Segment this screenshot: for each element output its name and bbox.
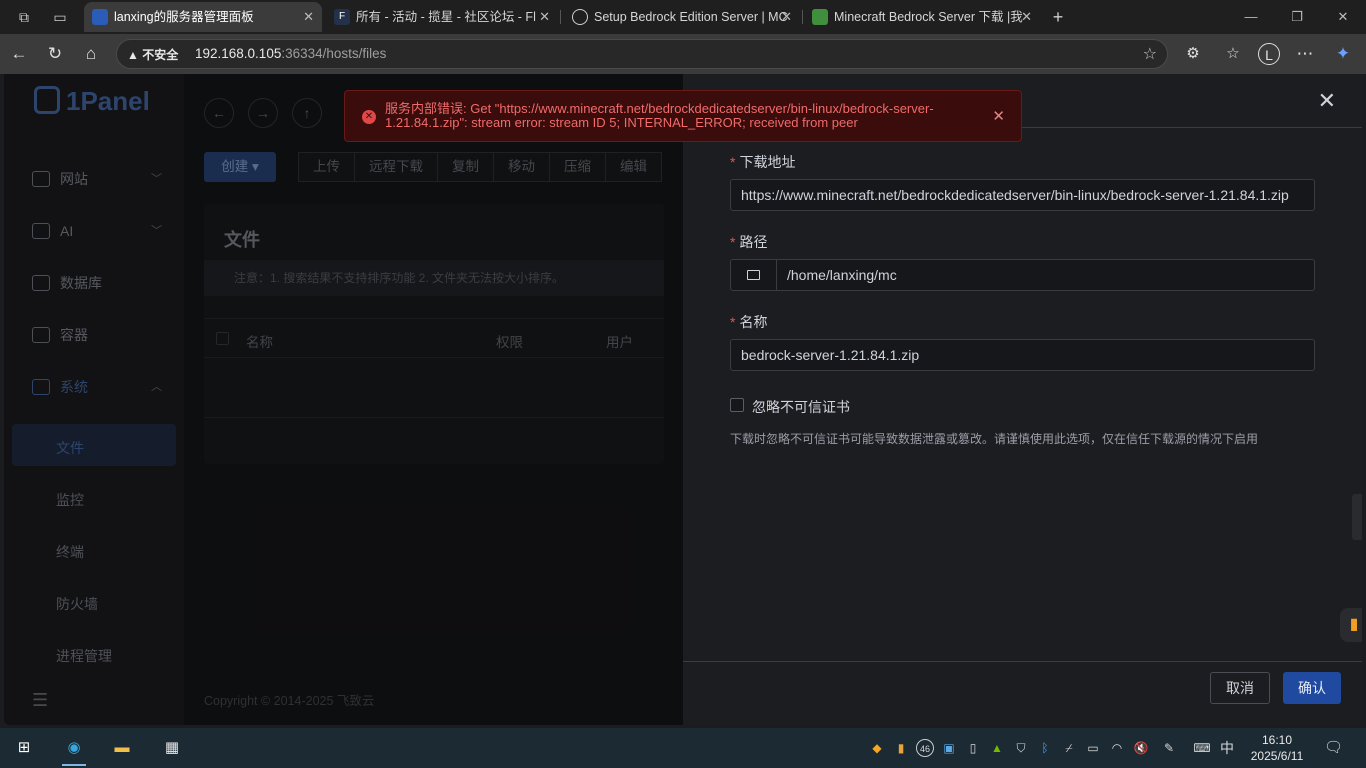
download-url-label: * 下载地址 <box>730 152 795 172</box>
floating-widget-icon[interactable]: ▮ <box>1340 608 1362 642</box>
security-shield-icon[interactable]: ◆ <box>868 739 886 757</box>
error-icon: ✕ <box>362 110 376 124</box>
tray-app-icon[interactable]: ▣ <box>940 739 958 757</box>
browser-tab-1panel[interactable]: lanxing的服务器管理面板 ✕ <box>84 2 322 32</box>
ime-indicator[interactable]: 中 <box>1218 739 1236 757</box>
restore-icon[interactable]: ❐ <box>1274 0 1320 34</box>
tab-title: Setup Bedrock Edition Server | MC <box>594 10 788 24</box>
pen-icon[interactable]: ✎ <box>1160 739 1178 757</box>
battery-icon[interactable]: ▭ <box>1084 739 1102 757</box>
file-explorer-icon[interactable]: ▬ <box>110 736 134 760</box>
tab-separator <box>802 10 803 24</box>
required-mark: * <box>730 234 736 250</box>
extensions-icon[interactable]: ⚙ <box>1182 43 1204 65</box>
drawer-footer: 取消 确认 <box>683 661 1362 725</box>
ignore-cert-hint: 下载时忽略不可信证书可能导致数据泄露或篡改。请谨慎使用此选项，仅在信任下载源的情… <box>730 432 1259 446</box>
more-menu-icon[interactable]: ⋯ <box>1294 43 1316 65</box>
drawer-close-icon[interactable]: ✕ <box>1318 88 1336 114</box>
tab-actions-icon[interactable]: ▭ <box>50 7 70 27</box>
ignore-cert-checkbox[interactable] <box>730 398 744 412</box>
modal-overlay[interactable] <box>4 74 684 725</box>
tab-title: lanxing的服务器管理面板 <box>114 10 254 24</box>
error-message: 服务内部错误: Get "https://www.minecraft.net/b… <box>385 101 934 130</box>
url-path: :36334/hosts/files <box>281 46 387 61</box>
profile-avatar-icon[interactable]: L <box>1258 43 1280 65</box>
tray-drive-icon[interactable]: ▯ <box>964 739 982 757</box>
volume-muted-icon[interactable]: 🔇 <box>1132 739 1150 757</box>
file-name-label: * 名称 <box>730 312 767 332</box>
favorite-star-icon[interactable]: ☆ <box>1143 44 1157 64</box>
edge-browser-icon[interactable]: ◉ <box>62 736 86 766</box>
tab-close-icon[interactable]: ✕ <box>303 2 314 32</box>
taskbar-clock[interactable]: 16:10 2025/6/11 <box>1244 732 1310 764</box>
minimize-icon[interactable]: — <box>1228 0 1274 34</box>
window-close-icon[interactable]: ✕ <box>1320 0 1366 34</box>
cancel-button[interactable]: 取消 <box>1210 672 1270 704</box>
favorites-icon[interactable]: ☆ <box>1222 43 1244 65</box>
tab-close-icon[interactable]: ✕ <box>539 2 550 32</box>
folder-picker-button[interactable] <box>731 260 777 290</box>
page-viewport: 1Panel 网站 ﹀ AI ﹀ 数据库 容器 系统 ︿ 文件 监控 终端 防火墙 进… <box>4 74 1362 725</box>
required-mark: * <box>730 314 736 330</box>
network-off-icon[interactable]: ⌿ <box>1060 739 1078 757</box>
tab-title: 所有 - 活动 - 揽星 - 社区论坛 - Fl <box>356 10 536 24</box>
minecraft-favicon-icon <box>812 9 828 25</box>
url-host: 192.168.0.105 <box>195 46 282 61</box>
1panel-favicon-icon <box>92 9 108 25</box>
clock-time: 16:10 <box>1261 733 1293 747</box>
workspaces-icon[interactable]: ⧉ <box>14 7 34 27</box>
browser-toolbar: ← ↻ ⌂ ▲ 不安全 192.168.0.105:36334/hosts/fi… <box>0 34 1366 74</box>
wifi-icon[interactable]: ◠ <box>1108 739 1126 757</box>
copilot-icon[interactable]: ✦ <box>1332 43 1354 65</box>
url-text[interactable]: 192.168.0.105:36334/hosts/files <box>195 46 386 61</box>
download-url-input[interactable]: https://www.minecraft.net/bedrockdedicat… <box>730 179 1315 211</box>
forum-favicon-icon: F <box>334 9 350 25</box>
reload-icon[interactable]: ↻ <box>44 43 66 65</box>
start-windows-icon[interactable]: ⊞ <box>12 736 36 760</box>
security-label: 不安全 <box>142 48 179 62</box>
path-input[interactable]: /home/lanxing/mc <box>787 260 897 290</box>
address-bar[interactable]: ▲ 不安全 192.168.0.105:36334/hosts/files ☆ <box>116 39 1168 69</box>
toast-close-icon[interactable]: ✕ <box>992 107 1005 125</box>
remote-download-drawer: ✕ * 下载地址 https://www.minecraft.net/bedroc… <box>683 74 1362 725</box>
security-warning[interactable]: ▲ 不安全 <box>127 46 178 63</box>
browser-tab-setup-bedrock[interactable]: Setup Bedrock Edition Server | MC ✕ <box>564 2 800 32</box>
bluetooth-icon[interactable]: ᛒ <box>1036 739 1054 757</box>
tab-close-icon[interactable]: ✕ <box>1021 2 1032 32</box>
tray-badge-icon[interactable]: 46 <box>916 739 934 757</box>
home-icon[interactable]: ⌂ <box>80 43 102 65</box>
globe-favicon-icon <box>572 9 588 25</box>
label-text: 下载地址 <box>739 154 796 170</box>
label-text: 名称 <box>739 314 768 330</box>
file-name-input[interactable]: bedrock-server-1.21.84.1.zip <box>730 339 1315 371</box>
clock-date: 2025/6/11 <box>1250 749 1304 763</box>
browser-tab-strip: ⧉ ▭ lanxing的服务器管理面板 ✕ F 所有 - 活动 - 揽星 - 社… <box>0 0 1366 34</box>
tab-title: Minecraft Bedrock Server 下载 |我 <box>834 10 1023 24</box>
label-text: 路径 <box>739 234 768 250</box>
keyboard-icon[interactable]: ⌨ <box>1190 739 1214 757</box>
path-label: * 路径 <box>730 232 767 252</box>
scroll-grip-handle[interactable] <box>1352 494 1362 540</box>
back-icon[interactable]: ← <box>8 43 30 65</box>
nvidia-icon[interactable]: ▲ <box>988 739 1006 757</box>
store-icon[interactable]: ▦ <box>160 736 184 760</box>
tab-separator <box>560 10 561 24</box>
new-tab-icon[interactable]: + <box>1048 7 1068 27</box>
folder-icon <box>747 270 760 280</box>
confirm-button[interactable]: 确认 <box>1283 672 1341 704</box>
taskbar: ⊞ ◉ ▬ ▦ ◆ ▮ 46 ▣ ▯ ▲ ⛉ ᛒ ⌿ ▭ ◠ 🔇 ✎ ⌨ 中 1… <box>0 728 1366 768</box>
notification-icon[interactable]: 🗨 <box>1324 739 1343 757</box>
required-mark: * <box>730 154 736 170</box>
path-input-group: /home/lanxing/mc <box>730 259 1315 291</box>
defender-icon[interactable]: ⛉ <box>1012 739 1030 757</box>
browser-tab-forum[interactable]: F 所有 - 活动 - 揽星 - 社区论坛 - Fl ✕ <box>326 2 558 32</box>
tray-usb-icon[interactable]: ▮ <box>892 739 910 757</box>
error-toast: ✕ 服务内部错误: Get "https://www.minecraft.net… <box>344 90 1022 142</box>
browser-tab-minecraft-download[interactable]: Minecraft Bedrock Server 下载 |我 ✕ <box>804 2 1040 32</box>
ignore-cert-label[interactable]: 忽略不可信证书 <box>752 397 850 417</box>
tab-close-icon[interactable]: ✕ <box>781 2 792 32</box>
